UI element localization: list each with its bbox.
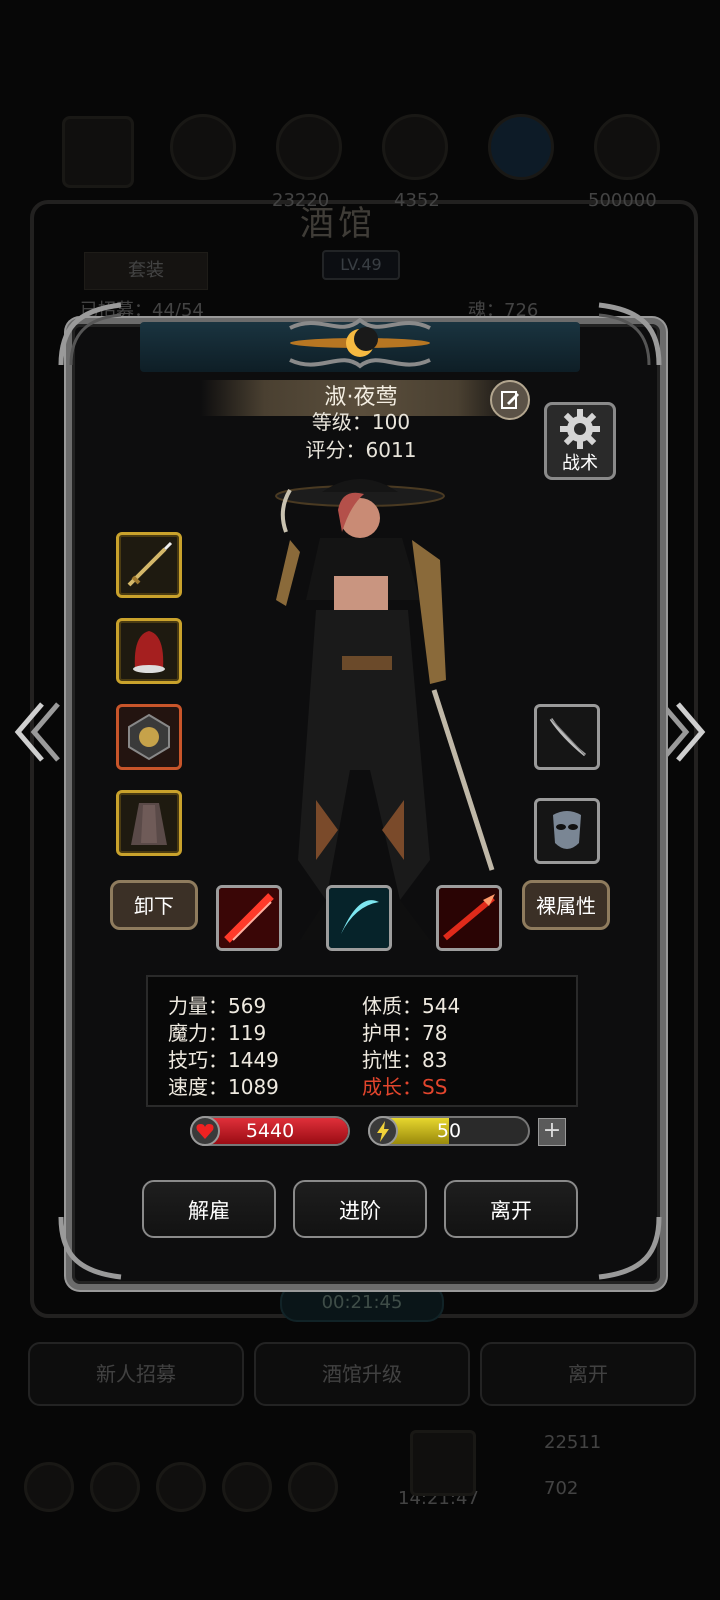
bottom-icon-4	[222, 1462, 272, 1512]
naked-stats-button[interactable]: 裸属性	[522, 880, 610, 930]
menu-icon-2	[276, 114, 342, 180]
equip-slot-mask[interactable]	[534, 798, 600, 864]
top-number-3: 500000	[588, 190, 657, 211]
amulet-icon	[128, 713, 170, 761]
upgrade-tavern-button[interactable]: 酒馆升级	[254, 1342, 470, 1406]
hero-score: 评分：6011	[305, 438, 417, 462]
bow-icon	[549, 718, 586, 757]
leave-button[interactable]: 离开	[444, 1180, 578, 1238]
gift-icon	[410, 1430, 476, 1496]
equip-slot-ranged[interactable]	[534, 704, 600, 770]
tab-set[interactable]: 套装	[84, 252, 208, 290]
stat-skill: 技巧：1449	[168, 1048, 279, 1072]
stat-speed: 速度：1089	[168, 1075, 279, 1099]
tactics-button[interactable]: 战术	[544, 402, 616, 480]
stat-strength: 力量：569	[168, 994, 267, 1018]
panel-corner-ornament	[58, 1216, 122, 1280]
menu-icon-1	[170, 114, 236, 180]
bottom-icon-3	[156, 1462, 206, 1512]
lightning-icon	[368, 1116, 398, 1146]
gold-count: 22511	[544, 1432, 602, 1453]
panel-corner-ornament	[58, 302, 122, 366]
mask-icon	[553, 811, 581, 849]
tavern-level: LV.49	[322, 250, 400, 280]
dismiss-button[interactable]: 解雇	[142, 1180, 276, 1238]
recruit-button[interactable]: 新人招募	[28, 1342, 244, 1406]
tavern-title: 酒馆	[300, 204, 376, 244]
menu-icon-4	[488, 114, 554, 180]
skill-slot-1[interactable]	[216, 885, 282, 951]
cloak-icon	[131, 803, 167, 845]
top-number-2: 4352	[394, 190, 440, 211]
unequip-button[interactable]: 卸下	[110, 880, 198, 930]
stat-growth: 成长：SS	[362, 1075, 448, 1099]
hero-level: 等级：100	[311, 410, 411, 434]
cyan-crescent-icon	[329, 888, 389, 948]
stat-armor: 护甲：78	[362, 1021, 448, 1045]
menu-icon-3	[382, 114, 448, 180]
panel-corner-ornament	[598, 302, 662, 366]
panel-corner-ornament	[598, 1216, 662, 1280]
hood-icon	[133, 631, 165, 673]
advance-button[interactable]: 进阶	[293, 1180, 427, 1238]
tactics-label: 战术	[562, 453, 598, 474]
moon-crest-icon	[289, 317, 431, 369]
skill-slot-2[interactable]	[326, 885, 392, 951]
skill-slot-3[interactable]	[436, 885, 502, 951]
stat-constitution: 体质：544	[362, 994, 461, 1018]
bottom-icon-1	[24, 1462, 74, 1512]
equip-slot-head[interactable]	[116, 618, 182, 684]
equip-slot-body[interactable]	[116, 790, 182, 856]
heart-icon	[190, 1116, 220, 1146]
menu-icon-5	[594, 114, 660, 180]
tavern-leave-button[interactable]: 离开	[480, 1342, 696, 1406]
stat-magic: 魔力：119	[168, 1021, 267, 1045]
bottom-icon-2	[90, 1462, 140, 1512]
red-spear-icon	[439, 888, 499, 948]
dagger-icon	[127, 541, 173, 587]
gem-count: 702	[544, 1478, 579, 1499]
equip-slot-accessory[interactable]	[116, 704, 182, 770]
bottom-icon-5	[288, 1462, 338, 1512]
stat-resistance: 抗性：83	[362, 1048, 448, 1072]
equip-slot-weapon[interactable]	[116, 532, 182, 598]
gear-icon	[560, 409, 600, 449]
player-avatar	[62, 116, 134, 188]
add-energy-button[interactable]: +	[538, 1118, 566, 1146]
previous-hero-arrow-icon[interactable]	[12, 700, 62, 764]
red-slash-icon	[219, 888, 279, 948]
